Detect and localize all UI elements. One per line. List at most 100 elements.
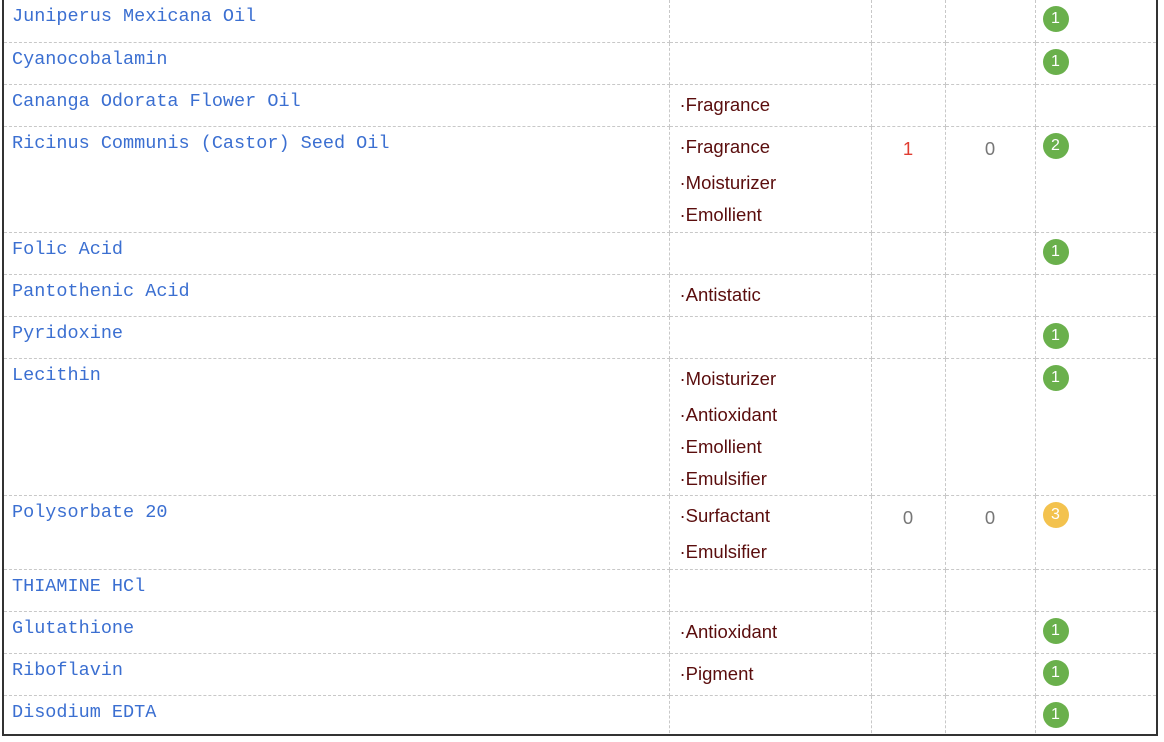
score-cell-2: 0 [945, 495, 1036, 570]
function-cell [669, 316, 872, 359]
function-tag: ·Antistatic [679, 283, 761, 305]
function-list: ·Antistatic [670, 275, 871, 307]
function-cell: ·Fragrance ·Moisturizer ·Emollient [669, 126, 872, 233]
safety-rating-badge: 1 [1042, 364, 1069, 391]
rating-cell [1035, 569, 1156, 612]
ingredient-name-link[interactable]: Polysorbate 20 [4, 496, 669, 524]
ingredient-name-link[interactable]: Folic Acid [4, 233, 669, 261]
function-cell: ·Pigment [669, 653, 872, 696]
score-cell-1 [871, 358, 946, 496]
score-cell-2 [945, 274, 1036, 317]
ingredient-table: Juniperus Mexicana Oil 1 Cyanocobalamin 1 Ca… [4, 0, 1156, 734]
safety-rating-badge: 2 [1042, 132, 1069, 159]
function-list: ·Pigment [670, 654, 871, 686]
table-row: Pyridoxine 1 [4, 316, 1156, 359]
table-row: Glutathione ·Antioxidant 1 [4, 611, 1156, 654]
score-cell-1: 0 [871, 495, 946, 570]
ingredient-name-link[interactable]: THIAMINE HCl [4, 570, 669, 598]
ingredient-name-link[interactable]: Pantothenic Acid [4, 275, 669, 303]
function-tag: ·Fragrance [679, 93, 770, 115]
rating-cell: 1 [1035, 358, 1156, 496]
function-tag: ·Surfactant [679, 504, 771, 526]
score-cell-1 [871, 274, 946, 317]
score-cell-2 [945, 316, 1036, 359]
function-cell: ·Fragrance [669, 84, 872, 127]
function-cell [669, 695, 872, 734]
safety-rating-badge: 1 [1042, 701, 1069, 728]
function-tag: ·Moisturizer [679, 171, 777, 193]
function-cell: ·Antioxidant [669, 611, 872, 654]
ingredient-name-cell: Lecithin [4, 358, 670, 496]
ingredient-name-link[interactable]: Riboflavin [4, 654, 669, 682]
ingredient-name-cell: Disodium EDTA [4, 695, 670, 734]
score-cell-1: 1 [871, 126, 946, 233]
ingredient-name-link[interactable]: Disodium EDTA [4, 696, 669, 724]
score-cell-2 [945, 0, 1036, 43]
score-cell-1 [871, 0, 946, 43]
function-cell: ·Surfactant ·Emulsifier [669, 495, 872, 570]
ingredient-name-cell: Cananga Odorata Flower Oil [4, 84, 670, 127]
ingredient-name-link[interactable]: Glutathione [4, 612, 669, 640]
rating-cell: 1 [1035, 232, 1156, 275]
score-cell-2: 0 [945, 126, 1036, 233]
table-row: Pantothenic Acid ·Antistatic [4, 274, 1156, 317]
rating-cell: 1 [1035, 611, 1156, 654]
acne-score: 0 [902, 506, 914, 528]
ingredient-name-link[interactable]: Pyridoxine [4, 317, 669, 345]
rating-cell: 1 [1035, 316, 1156, 359]
function-tag: ·Antioxidant [679, 403, 778, 425]
rating-cell: 2 [1035, 126, 1156, 233]
safety-rating-badge: 1 [1042, 238, 1069, 265]
function-tag: ·Emulsifier [679, 467, 767, 489]
table-row: Cyanocobalamin 1 [4, 42, 1156, 85]
ingredient-name-link[interactable]: Juniperus Mexicana Oil [4, 0, 669, 28]
function-list: ·Surfactant ·Emulsifier [670, 496, 871, 568]
rating-cell: 1 [1035, 0, 1156, 43]
table-row: Lecithin ·Moisturizer ·Antioxidant ·Emollie… [4, 358, 1156, 496]
score-cell-1 [871, 611, 946, 654]
score-cell-1 [871, 42, 946, 85]
score-cell-1 [871, 316, 946, 359]
ingredient-name-cell: THIAMINE HCl [4, 569, 670, 612]
acne-score: 1 [902, 137, 914, 159]
score-cell-1 [871, 84, 946, 127]
ingredient-name-cell: Ricinus Communis (Castor) Seed Oil [4, 126, 670, 233]
ingredient-name-link[interactable]: Cyanocobalamin [4, 43, 669, 71]
function-cell [669, 232, 872, 275]
function-cell [669, 569, 872, 612]
rating-cell [1035, 84, 1156, 127]
irritant-score: 0 [984, 506, 996, 528]
ingredient-name-cell: Glutathione [4, 611, 670, 654]
table-row: Folic Acid 1 [4, 232, 1156, 275]
function-tag: ·Moisturizer [679, 367, 777, 389]
ingredient-name-cell: Juniperus Mexicana Oil [4, 0, 670, 43]
rating-cell: 1 [1035, 42, 1156, 85]
function-tag: ·Emollient [679, 203, 762, 225]
function-cell [669, 42, 872, 85]
score-cell-2 [945, 42, 1036, 85]
table-row: THIAMINE HCl [4, 569, 1156, 612]
ingredient-name-link[interactable]: Lecithin [4, 359, 669, 387]
rating-cell: 3 [1035, 495, 1156, 570]
table-row: Disodium EDTA 1 [4, 695, 1156, 734]
safety-rating-badge: 1 [1042, 48, 1069, 75]
ingredient-name-cell: Pyridoxine [4, 316, 670, 359]
table-row: Polysorbate 20 ·Surfactant ·Emulsifier 0 0 3 [4, 495, 1156, 570]
ingredient-table-container: Juniperus Mexicana Oil 1 Cyanocobalamin 1 Ca… [2, 0, 1158, 736]
function-tag: ·Emollient [679, 435, 762, 457]
function-list: ·Moisturizer ·Antioxidant ·Emollient ·Emuls… [670, 359, 871, 495]
ingredient-name-cell: Cyanocobalamin [4, 42, 670, 85]
score-cell-1 [871, 653, 946, 696]
function-list: ·Fragrance [670, 85, 871, 117]
table-row: Cananga Odorata Flower Oil ·Fragrance [4, 84, 1156, 127]
safety-rating-badge: 1 [1042, 6, 1069, 32]
table-row: Riboflavin ·Pigment 1 [4, 653, 1156, 696]
ingredient-name-link[interactable]: Ricinus Communis (Castor) Seed Oil [4, 127, 669, 155]
score-cell-1 [871, 569, 946, 612]
ingredient-name-link[interactable]: Cananga Odorata Flower Oil [4, 85, 669, 113]
irritant-score: 0 [984, 137, 996, 159]
safety-rating-badge: 1 [1042, 659, 1069, 686]
ingredient-name-cell: Polysorbate 20 [4, 495, 670, 570]
score-cell-2 [945, 232, 1036, 275]
ingredient-name-cell: Folic Acid [4, 232, 670, 275]
